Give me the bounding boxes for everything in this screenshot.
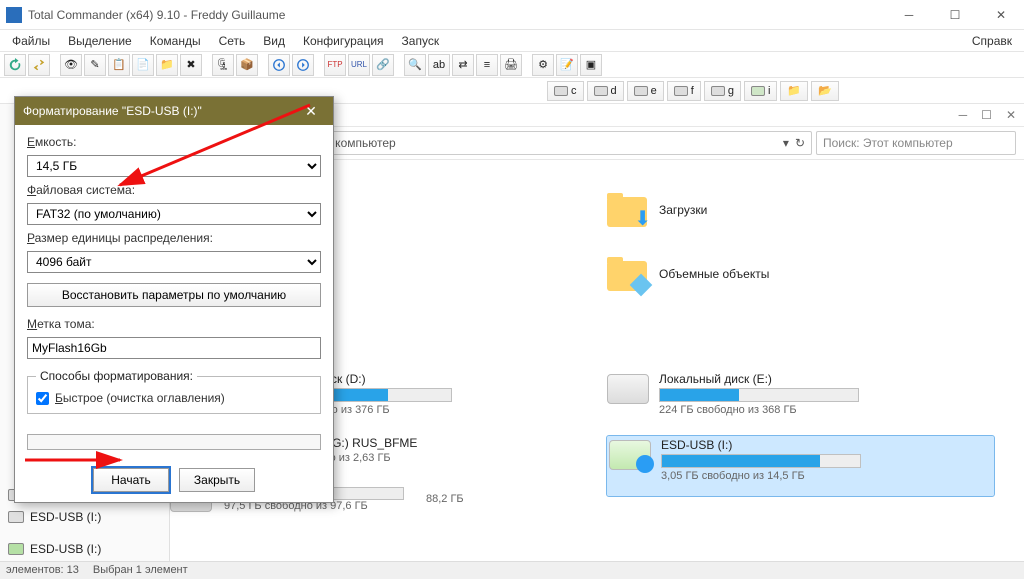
drive-g[interactable]: g <box>704 81 741 101</box>
menu-launch[interactable]: Запуск <box>394 32 448 50</box>
dialog-title: Форматирование "ESD-USB (I:)" ✕ <box>15 97 333 125</box>
capacity-select[interactable]: 14,5 ГБ <box>27 155 321 177</box>
drive-c[interactable]: c <box>547 81 584 101</box>
tool-print-icon[interactable]: 🖨 <box>500 54 522 76</box>
maximize-button[interactable]: ☐ <box>932 0 978 30</box>
drive-parent-icon[interactable]: 📂 <box>811 81 839 101</box>
allocation-select[interactable]: 4096 байт <box>27 251 321 273</box>
search-input[interactable]: Поиск: Этот компьютер <box>816 131 1016 155</box>
tree-item-esd2[interactable]: ESD-USB (I:) <box>0 538 169 560</box>
tool-forward-icon[interactable] <box>292 54 314 76</box>
close-button[interactable]: Закрыть <box>179 468 255 492</box>
drive-i[interactable]: i <box>744 81 777 101</box>
tool-move-icon[interactable]: 📄 <box>132 54 154 76</box>
progress-bar <box>27 434 321 450</box>
minimize-button[interactable]: ─ <box>886 0 932 30</box>
tool-ftpnew-icon[interactable]: 🔗 <box>372 54 394 76</box>
menu-selection[interactable]: Выделение <box>60 32 140 50</box>
dialog-close-icon[interactable]: ✕ <box>297 97 325 125</box>
tool-unpack-icon[interactable]: 📦 <box>236 54 258 76</box>
tool-view-icon[interactable]: 👁 <box>60 54 82 76</box>
statusbar: элементов: 13 Выбран 1 элемент <box>0 561 1024 579</box>
tool-swap-icon[interactable] <box>28 54 50 76</box>
tool-copy-icon[interactable]: 📋 <box>108 54 130 76</box>
folder-downloads[interactable]: ⬇ Загрузки <box>607 180 994 240</box>
tool-compare-icon[interactable]: ≡ <box>476 54 498 76</box>
tool-edit-icon[interactable]: ✎ <box>84 54 106 76</box>
menu-view[interactable]: Вид <box>255 32 293 50</box>
app-icon <box>6 7 22 23</box>
menu-commands[interactable]: Команды <box>142 32 209 50</box>
drive-d[interactable]: d <box>587 81 624 101</box>
volume-input[interactable] <box>27 337 321 359</box>
address-bar[interactable]: 💻 › Этот компьютер ▾ ↻ <box>268 131 812 155</box>
volume-label: Метка тома: <box>27 317 321 331</box>
drive-item-i[interactable]: ESD-USB (I:) 3,05 ГБ свободно из 14,5 ГБ <box>607 436 994 496</box>
hdd-icon <box>607 374 649 404</box>
tool-ftp-icon[interactable]: FTP <box>324 54 346 76</box>
window-title: Total Commander (x64) 9.10 - Freddy Guil… <box>28 8 886 22</box>
tool-settings-icon[interactable]: ⚙ <box>532 54 554 76</box>
tool-search-icon[interactable]: 🔍 <box>404 54 426 76</box>
start-button[interactable]: Начать <box>93 468 169 492</box>
usb-icon <box>609 440 651 470</box>
tool-notepad-icon[interactable]: 📝 <box>556 54 578 76</box>
tool-refresh-icon[interactable] <box>4 54 26 76</box>
tool-delete-icon[interactable]: ✖ <box>180 54 202 76</box>
tool-sync-icon[interactable]: ⇄ <box>452 54 474 76</box>
menu-files[interactable]: Файлы <box>4 32 58 50</box>
format-dialog: Форматирование "ESD-USB (I:)" ✕ Емкость:… <box>14 96 334 503</box>
menu-help[interactable]: Справк <box>964 32 1020 50</box>
menubar: Файлы Выделение Команды Сеть Вид Конфигу… <box>0 30 1024 52</box>
toolbar-main: 👁 ✎ 📋 📄 📁 ✖ 🗜 📦 FTP URL 🔗 🔍 ab ⇄ ≡ 🖨 ⚙ 📝… <box>0 52 1024 78</box>
tool-back-icon[interactable] <box>268 54 290 76</box>
tool-url-icon[interactable]: URL <box>348 54 370 76</box>
titlebar: Total Commander (x64) 9.10 - Freddy Guil… <box>0 0 1024 30</box>
menu-config[interactable]: Конфигурация <box>295 32 392 50</box>
tree-item-esd1[interactable]: ESD-USB (I:) <box>0 506 169 528</box>
drive-item-e[interactable]: Локальный диск (E:) 224 ГБ свободно из 3… <box>607 372 994 432</box>
tool-newfolder-icon[interactable]: 📁 <box>156 54 178 76</box>
panel-min-icon[interactable]: ─ <box>959 108 968 122</box>
close-button[interactable]: ✕ <box>978 0 1024 30</box>
fs-label: Файловая система: <box>27 183 321 197</box>
capacity-label: Емкость: <box>27 135 321 149</box>
tool-pack-icon[interactable]: 🗜 <box>212 54 234 76</box>
refresh-icon[interactable]: ↻ <box>795 136 805 150</box>
alloc-label: Размер единицы распределения: <box>27 231 321 245</box>
menu-net[interactable]: Сеть <box>211 32 254 50</box>
panel-max-icon[interactable]: ☐ <box>981 108 992 122</box>
drive-f[interactable]: f <box>667 81 701 101</box>
methods-legend: Способы форматирования: <box>36 369 197 383</box>
filesystem-select[interactable]: FAT32 (по умолчанию) <box>27 203 321 225</box>
folder-3dobjects[interactable]: Объемные объекты <box>607 244 994 304</box>
quick-format-checkbox[interactable]: Быстрое (очистка оглавления) <box>36 391 312 405</box>
tool-cmd-icon[interactable]: ▣ <box>580 54 602 76</box>
drive-network-icon[interactable]: 📁 <box>780 81 808 101</box>
panel-close-icon[interactable]: ✕ <box>1006 108 1016 122</box>
restore-defaults-button[interactable]: Восстановить параметры по умолчанию <box>27 283 321 307</box>
tool-rename-icon[interactable]: ab <box>428 54 450 76</box>
drive-e[interactable]: e <box>627 81 664 101</box>
